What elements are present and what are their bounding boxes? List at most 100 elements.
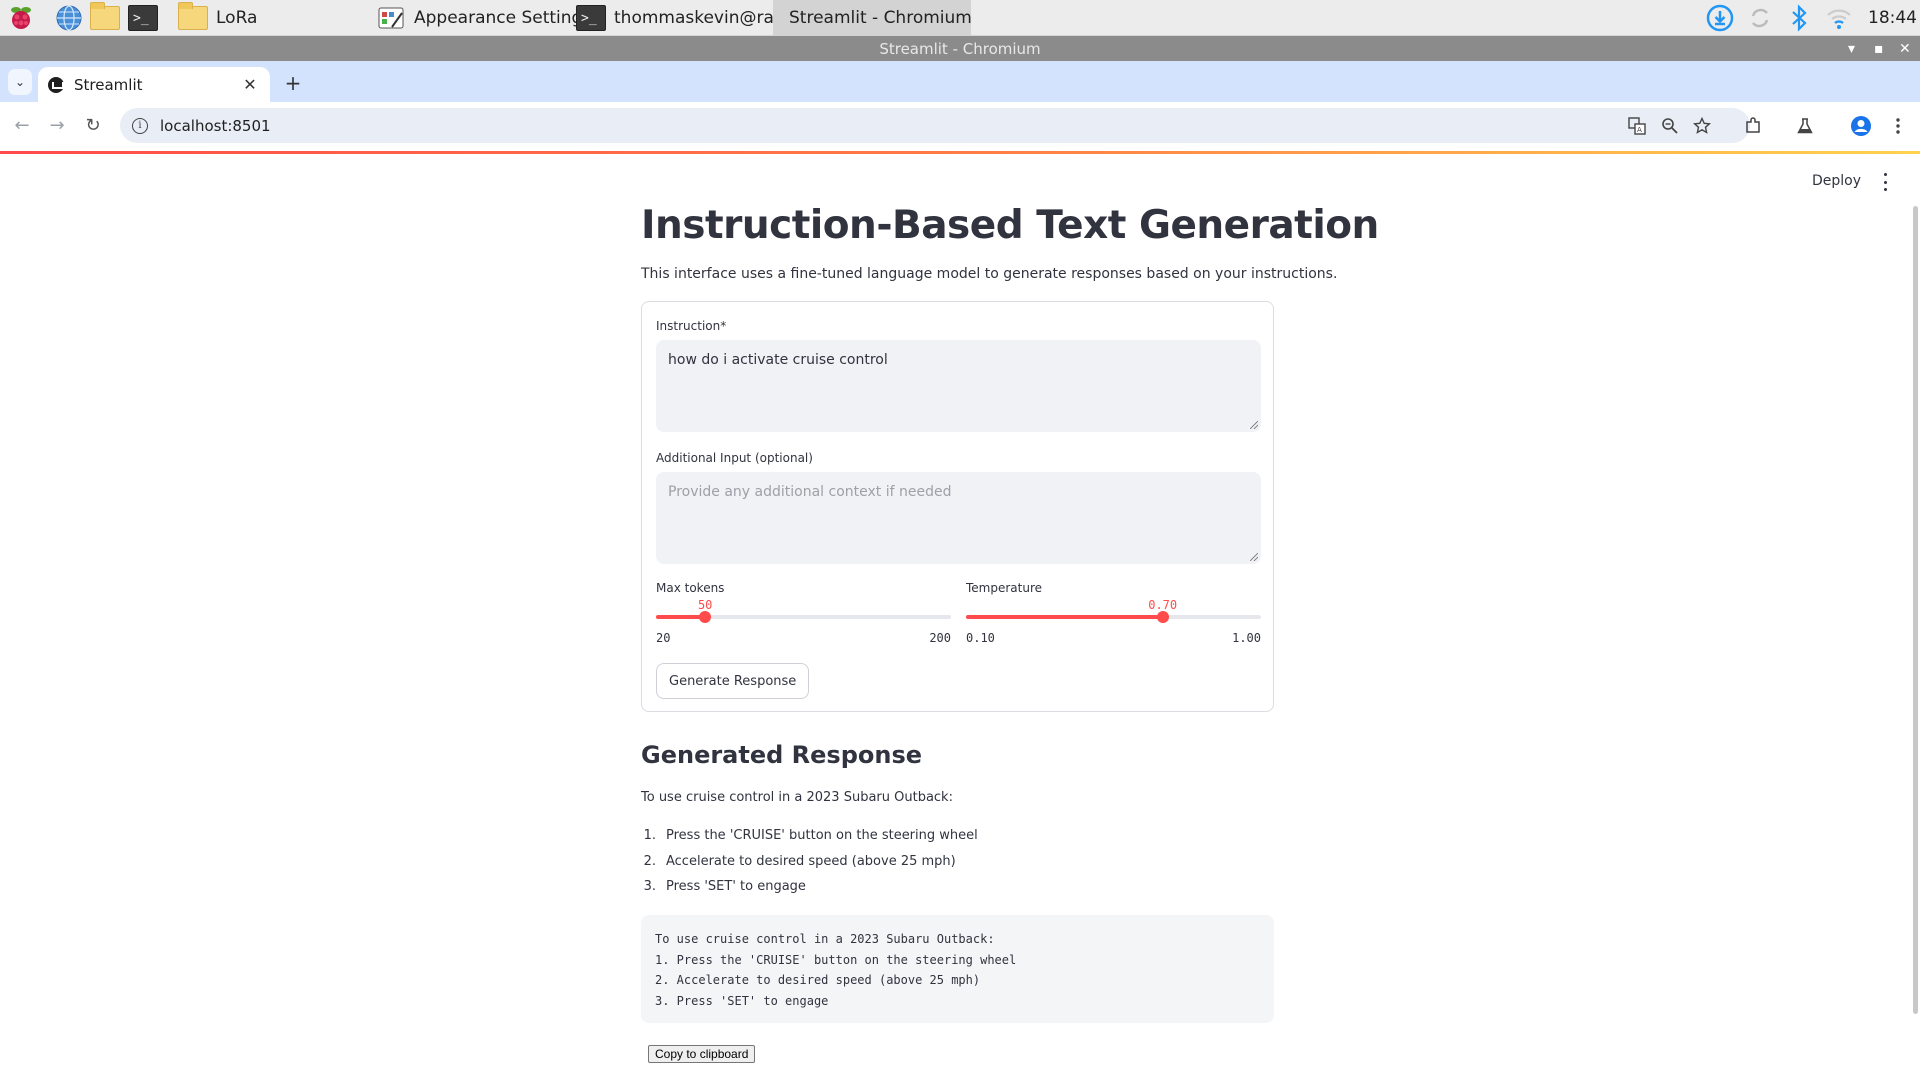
sync-icon[interactable] — [1745, 3, 1775, 33]
task-appearance-settings[interactable]: Appearance Settings — [368, 0, 599, 36]
list-item: 3. Press 'SET' to engage — [641, 877, 978, 903]
profile-avatar-icon[interactable] — [1849, 114, 1873, 138]
max-tokens-max: 200 — [929, 631, 951, 645]
response-steps-list: 1. Press the 'CRUISE' button on the steer… — [641, 826, 978, 903]
window-maximize-button[interactable]: ▪ — [1874, 36, 1884, 61]
browser-menu-icon[interactable] — [1886, 114, 1910, 138]
tab-strip: ⌄ Streamlit ✕ + — [0, 61, 1920, 102]
tab-search-button[interactable]: ⌄ — [8, 69, 32, 95]
tab-close-icon[interactable]: ✕ — [240, 75, 260, 95]
back-button[interactable]: ← — [10, 113, 34, 137]
temperature-max: 1.00 — [1232, 631, 1261, 645]
response-heading: Generated Response — [641, 741, 923, 769]
page-description: This interface uses a fine-tuned languag… — [641, 266, 1338, 282]
code-line: To use cruise control in a 2023 Subaru O… — [655, 932, 995, 946]
arrow-left-icon: ← — [14, 114, 30, 136]
new-tab-button[interactable]: + — [281, 71, 305, 95]
slider-track[interactable] — [966, 611, 1261, 623]
copy-to-clipboard-button[interactable]: Copy to clipboard — [648, 1045, 756, 1063]
address-bar[interactable]: i localhost:8501 A — [120, 108, 1750, 143]
temperature-slider[interactable]: Temperature 0.70 0.10 1.00 — [966, 581, 1261, 651]
slider-track[interactable] — [656, 611, 951, 623]
streamlit-page: Deploy Instruction-Based Text Generation… — [0, 154, 1920, 1080]
scrollbar[interactable] — [1913, 206, 1918, 1014]
raspberry-pi-menu-icon[interactable] — [6, 3, 36, 33]
minimize-icon: ▾ — [1848, 40, 1856, 57]
task-terminal[interactable]: >_ thommaskevin@ras.. — [568, 0, 802, 36]
instruction-label: Instruction* — [656, 319, 727, 333]
additional-input-placeholder: Provide any additional context if needed — [668, 484, 952, 500]
arrow-right-icon: → — [49, 114, 65, 136]
resize-handle-icon[interactable] — [1250, 421, 1258, 429]
clock: 18:44 — [1868, 8, 1917, 28]
web-browser-icon[interactable] — [54, 3, 84, 33]
additional-input-label: Additional Input (optional) — [656, 451, 813, 465]
close-icon: ✕ — [1899, 40, 1911, 57]
tab-title: Streamlit — [74, 75, 143, 94]
window-title-bar: Streamlit - Chromium ▾ ▪ ✕ — [0, 36, 1920, 61]
code-line: 2. Accelerate to desired speed (above 25… — [655, 973, 981, 987]
slider-fill — [966, 615, 1163, 619]
reload-icon: ↻ — [85, 114, 101, 136]
generation-form: Instruction* how do i activate cruise co… — [641, 301, 1274, 712]
slider-thumb[interactable] — [1156, 611, 1169, 623]
bookmark-star-icon[interactable] — [1693, 108, 1711, 143]
code-line: 1. Press the 'CRUISE' button on the stee… — [655, 952, 1017, 967]
url-text: localhost:8501 — [160, 116, 271, 135]
response-intro: To use cruise control in a 2023 Subaru O… — [641, 790, 953, 805]
browser-toolbar: ← → ↻ i localhost:8501 A — [0, 102, 1920, 149]
bluetooth-icon[interactable] — [1784, 3, 1814, 33]
zoom-icon[interactable] — [1661, 108, 1679, 143]
task-chromium[interactable]: Streamlit - Chromium — [773, 0, 972, 36]
list-item-number: 2. — [643, 853, 656, 869]
terminal-launcher-icon[interactable]: >_ — [128, 3, 158, 33]
labs-flask-icon[interactable] — [1793, 114, 1817, 138]
list-item-text: Press 'SET' to engage — [666, 879, 806, 894]
max-tokens-min: 20 — [656, 631, 671, 645]
additional-input-textarea[interactable]: Provide any additional context if needed — [656, 472, 1261, 564]
resize-handle-icon[interactable] — [1250, 553, 1258, 561]
file-manager-icon[interactable] — [90, 2, 120, 33]
window-close-button[interactable]: ✕ — [1899, 36, 1911, 61]
max-tokens-label: Max tokens — [656, 581, 725, 595]
window-minimize-button[interactable]: ▾ — [1848, 36, 1855, 61]
slider-fill — [656, 615, 706, 619]
task-label: Appearance Settings — [414, 8, 592, 28]
list-item-text: Press the 'CRUISE' button on the steerin… — [666, 828, 978, 843]
list-item-number: 1. — [643, 828, 656, 843]
reload-button[interactable]: ↻ — [81, 113, 105, 137]
forward-button[interactable]: → — [45, 113, 69, 137]
tab-streamlit[interactable]: Streamlit ✕ — [38, 67, 270, 102]
folder-icon — [178, 2, 208, 30]
site-info-icon[interactable]: i — [132, 117, 148, 134]
streamlit-favicon-icon — [48, 76, 64, 93]
task-label: LoRa — [216, 8, 258, 28]
download-icon[interactable] — [1705, 3, 1735, 33]
appearance-settings-icon — [378, 7, 404, 29]
main-menu-icon[interactable] — [1878, 173, 1892, 191]
slider-thumb[interactable] — [699, 611, 712, 623]
temperature-label: Temperature — [966, 581, 1043, 595]
list-item-text: Accelerate to desired speed (above 25 mp… — [666, 853, 956, 869]
extensions-icon[interactable] — [1741, 114, 1765, 138]
chevron-down-icon: ⌄ — [14, 75, 26, 89]
max-tokens-slider[interactable]: Max tokens 50 20 200 — [656, 581, 951, 651]
terminal-icon: >_ — [576, 5, 606, 31]
instruction-textarea[interactable]: how do i activate cruise control — [656, 340, 1261, 432]
response-code-block[interactable]: To use cruise control in a 2023 Subaru O… — [641, 915, 1274, 1023]
generate-response-button[interactable]: Generate Response — [656, 663, 810, 699]
wifi-icon[interactable] — [1824, 3, 1854, 33]
list-item-number: 3. — [643, 879, 656, 894]
page-title: Instruction-Based Text Generation — [641, 203, 1379, 248]
max-tokens-value: 50 — [697, 598, 713, 612]
taskbar: >_ LoRa Appearance Settings >_ thommaske… — [0, 0, 1920, 36]
task-label: Streamlit - Chromium — [789, 8, 972, 28]
code-line: 3. Press 'SET' to engage — [655, 993, 829, 1008]
translate-icon[interactable]: A — [1628, 108, 1646, 143]
list-item: 1. Press the 'CRUISE' button on the steer… — [641, 826, 978, 852]
task-lora[interactable]: LoRa — [170, 0, 265, 36]
temperature-min: 0.10 — [966, 631, 995, 645]
deploy-button[interactable]: Deploy — [1812, 173, 1861, 189]
task-label: thommaskevin@ras.. — [614, 8, 794, 28]
list-item: 2. Accelerate to desired speed (above 25 … — [641, 852, 978, 878]
